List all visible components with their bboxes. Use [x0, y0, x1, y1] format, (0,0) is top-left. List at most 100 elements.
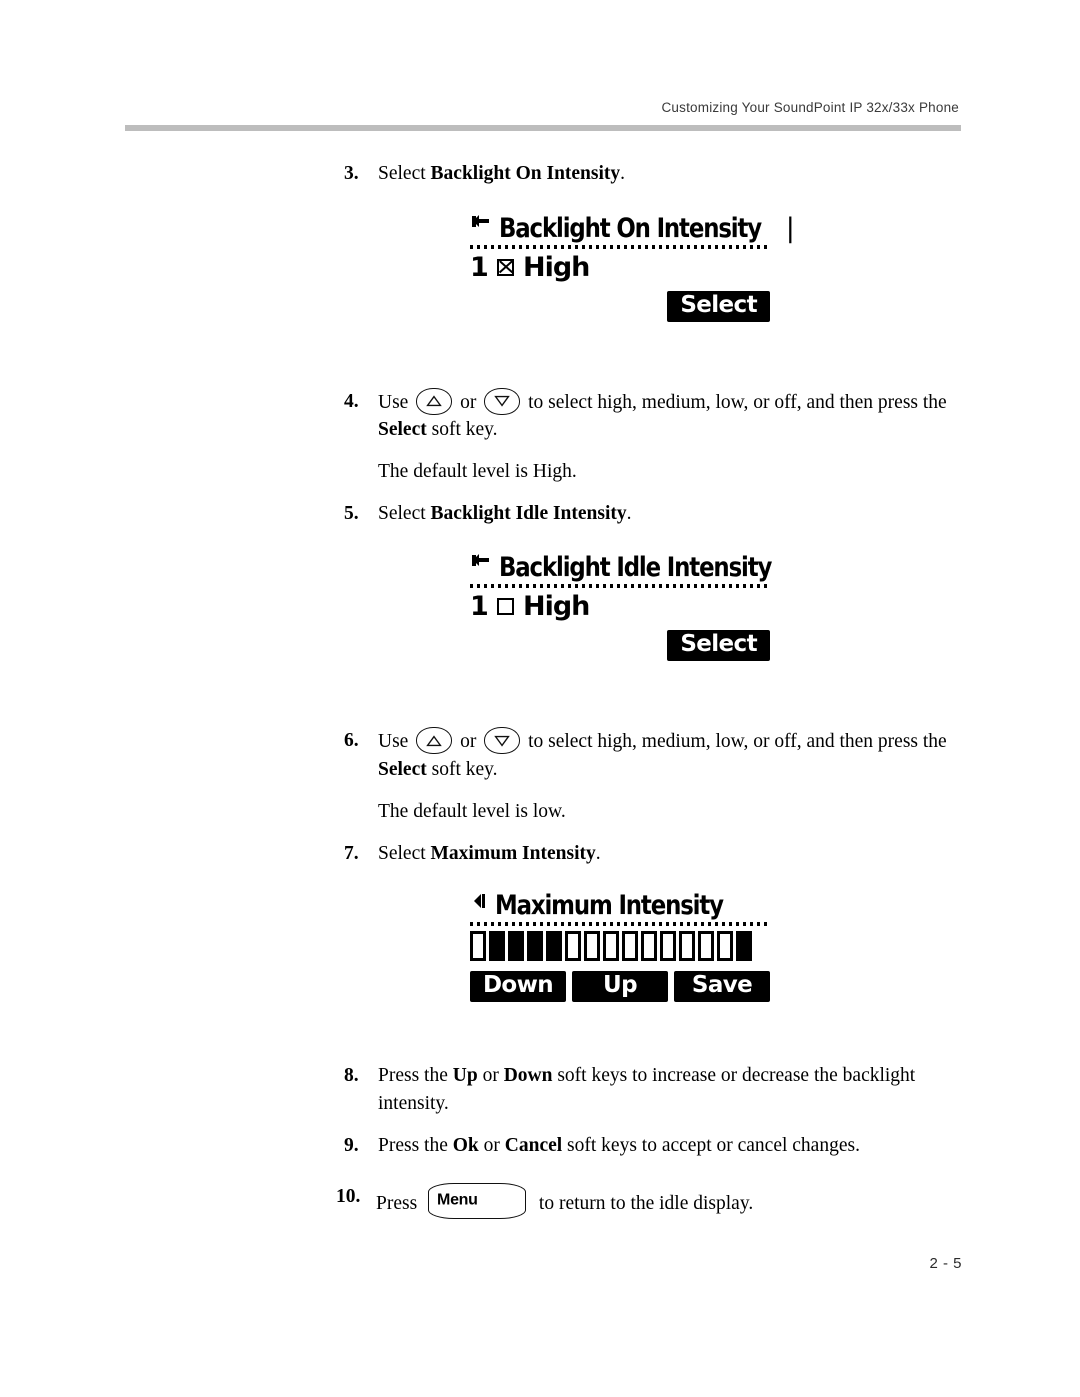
step-3-menu-item-name: Backlight On Intensity — [430, 163, 621, 184]
step-4-seg1: Use — [378, 391, 414, 413]
softkey-select[interactable]: Select — [667, 630, 770, 662]
lcd-item-value: High — [523, 591, 590, 623]
lcd-softkey-row: Select — [470, 630, 770, 662]
lcd-dotted-separator — [470, 584, 770, 589]
step-6-text: Use or to select high, medium, low, or o… — [378, 727, 970, 783]
step-7-number: 7. — [344, 842, 359, 864]
step-8-text: Press the Up or Down soft keys to increa… — [378, 1062, 970, 1117]
intensity-bar-segment — [489, 931, 505, 962]
menu-key-button[interactable]: Menu — [428, 1183, 527, 1220]
lcd-dotted-separator — [470, 922, 770, 927]
intensity-bar-segment — [679, 931, 695, 962]
menu-key-label: Menu — [436, 1189, 479, 1213]
intensity-bar-segment — [622, 931, 638, 962]
step-5-text: Select Backlight Idle Intensity. — [378, 500, 970, 528]
step-8-softkey-up-name: Up — [452, 1065, 478, 1087]
step-4-softkey-name: Select — [378, 419, 427, 441]
intensity-bar-segment — [546, 931, 562, 962]
step-9-text: Press the Ok or Cancel soft keys to acce… — [378, 1132, 970, 1160]
note-default-level-high: The default level is High. — [378, 461, 577, 483]
step-9-softkey-ok-name: Ok — [452, 1134, 479, 1156]
lcd-softkey-row: Select — [470, 290, 770, 322]
step-6-seg1: Use — [378, 731, 414, 753]
document-body: 3. Select Backlight On Intensity. Backli… — [0, 160, 1080, 1220]
step-6-seg4: soft key. — [426, 759, 498, 781]
step-9-seg3: soft keys to accept or cancel changes. — [562, 1134, 860, 1156]
intensity-bar-segment — [641, 931, 657, 962]
step-9-softkey-cancel-name: Cancel — [504, 1134, 563, 1156]
intensity-bar-segment — [660, 931, 676, 962]
step-5-text-suffix: . — [626, 502, 632, 524]
step-8-softkey-down-name: Down — [503, 1065, 553, 1087]
step-3-text: Select Backlight On Intensity. — [378, 160, 970, 188]
intensity-bar-meter[interactable] — [470, 931, 770, 962]
step-7-text: Select Maximum Intensity. — [378, 840, 970, 868]
handset-left-arrow-icon — [470, 212, 492, 238]
step-10-number: 10. — [336, 1186, 361, 1208]
intensity-bar-segment — [736, 931, 752, 962]
step-7-menu-item-name: Maximum Intensity — [430, 842, 596, 864]
step-7-text-prefix: Select — [378, 842, 431, 864]
checkbox-checked-icon[interactable] — [497, 258, 514, 276]
step-10-seg2: to return to the idle display. — [534, 1193, 754, 1215]
step-8-seg2: or — [477, 1065, 504, 1087]
lcd-title-text: Maximum Intensity — [495, 890, 724, 922]
step-10-seg1: Press — [376, 1193, 423, 1215]
intensity-bar-segment — [717, 931, 733, 962]
step-9-number: 9. — [344, 1134, 359, 1156]
lcd-title-text: Backlight On Intensity — [499, 212, 762, 244]
lcd-text-cursor: | — [785, 212, 795, 244]
step-3-text-prefix: Select — [378, 163, 431, 184]
lcd-item-index: 1 — [470, 251, 489, 283]
arrow-down-key-icon[interactable] — [484, 727, 521, 755]
intensity-bar-segment — [527, 931, 543, 962]
softkey-up[interactable]: Up — [572, 971, 668, 1003]
lcd-screen-maximum-intensity: Maximum Intensity Down Up Save — [470, 891, 770, 1003]
step-4-seg3: to select high, medium, low, or off, and… — [523, 391, 947, 413]
arrow-down-key-icon[interactable] — [484, 387, 521, 415]
step-7-text-suffix: . — [595, 842, 601, 864]
softkey-save[interactable]: Save — [674, 971, 770, 1003]
lcd-title-row: Backlight On Intensity | — [470, 212, 795, 244]
step-9-seg1: Press the — [378, 1134, 453, 1156]
softkey-down[interactable]: Down — [470, 971, 566, 1003]
intensity-bar-segment — [584, 931, 600, 962]
lcd-softkey-row: Down Up Save — [470, 971, 770, 1003]
softkey-select[interactable]: Select — [667, 290, 770, 322]
step-7: 7. Select Maximum Intensity. — [0, 840, 1080, 868]
running-header-title: Customizing Your SoundPoint IP 32x/33x P… — [661, 100, 959, 115]
step-3: 3. Select Backlight On Intensity. — [0, 160, 1080, 188]
arrow-up-key-icon[interactable] — [416, 727, 453, 755]
page-footer: 2 - 5 — [0, 1255, 1080, 1272]
intensity-bar-segment — [470, 931, 486, 962]
lcd-item-value: High — [523, 251, 590, 283]
lcd-title-row: Maximum Intensity — [470, 891, 770, 919]
step-5-text-prefix: Select — [378, 502, 431, 524]
step-5: 5. Select Backlight Idle Intensity. — [0, 500, 1080, 528]
intensity-bar-segment — [508, 931, 524, 962]
lcd-dotted-separator — [470, 244, 770, 249]
arrow-up-key-icon[interactable] — [416, 387, 453, 415]
header-divider-rule — [125, 125, 961, 131]
step-6: 6. Use or to select high, medium, low, o… — [0, 727, 1080, 783]
intensity-bar-segment — [603, 931, 619, 962]
checkbox-unchecked-icon[interactable] — [497, 598, 514, 616]
step-6-softkey-name: Select — [378, 759, 427, 781]
lcd-item-index: 1 — [470, 591, 489, 623]
lcd-value-row[interactable]: 1 High — [470, 254, 770, 281]
step-6-number: 6. — [344, 730, 359, 752]
intensity-bar-segment — [565, 931, 581, 962]
lcd-screen-backlight-idle-intensity: Backlight Idle Intensity 1 High Select — [470, 551, 772, 662]
intensity-bar-segment — [698, 931, 714, 962]
step-5-number: 5. — [344, 502, 359, 524]
step-8: 8. Press the Up or Down soft keys to inc… — [0, 1062, 1080, 1117]
step-5-menu-item-name: Backlight Idle Intensity — [430, 502, 627, 524]
step-8-number: 8. — [344, 1065, 359, 1087]
step-6-seg2: or — [455, 731, 482, 753]
step-4-text: Use or to select high, medium, low, or o… — [378, 387, 970, 444]
step-3-number: 3. — [344, 163, 359, 184]
note-default-level-low: The default level is low. — [378, 800, 566, 822]
lcd-value-row[interactable]: 1 High — [470, 593, 770, 620]
step-4: 4. Use or to select high, medium, low, o… — [0, 387, 1080, 444]
step-4-seg2: or — [455, 391, 482, 413]
